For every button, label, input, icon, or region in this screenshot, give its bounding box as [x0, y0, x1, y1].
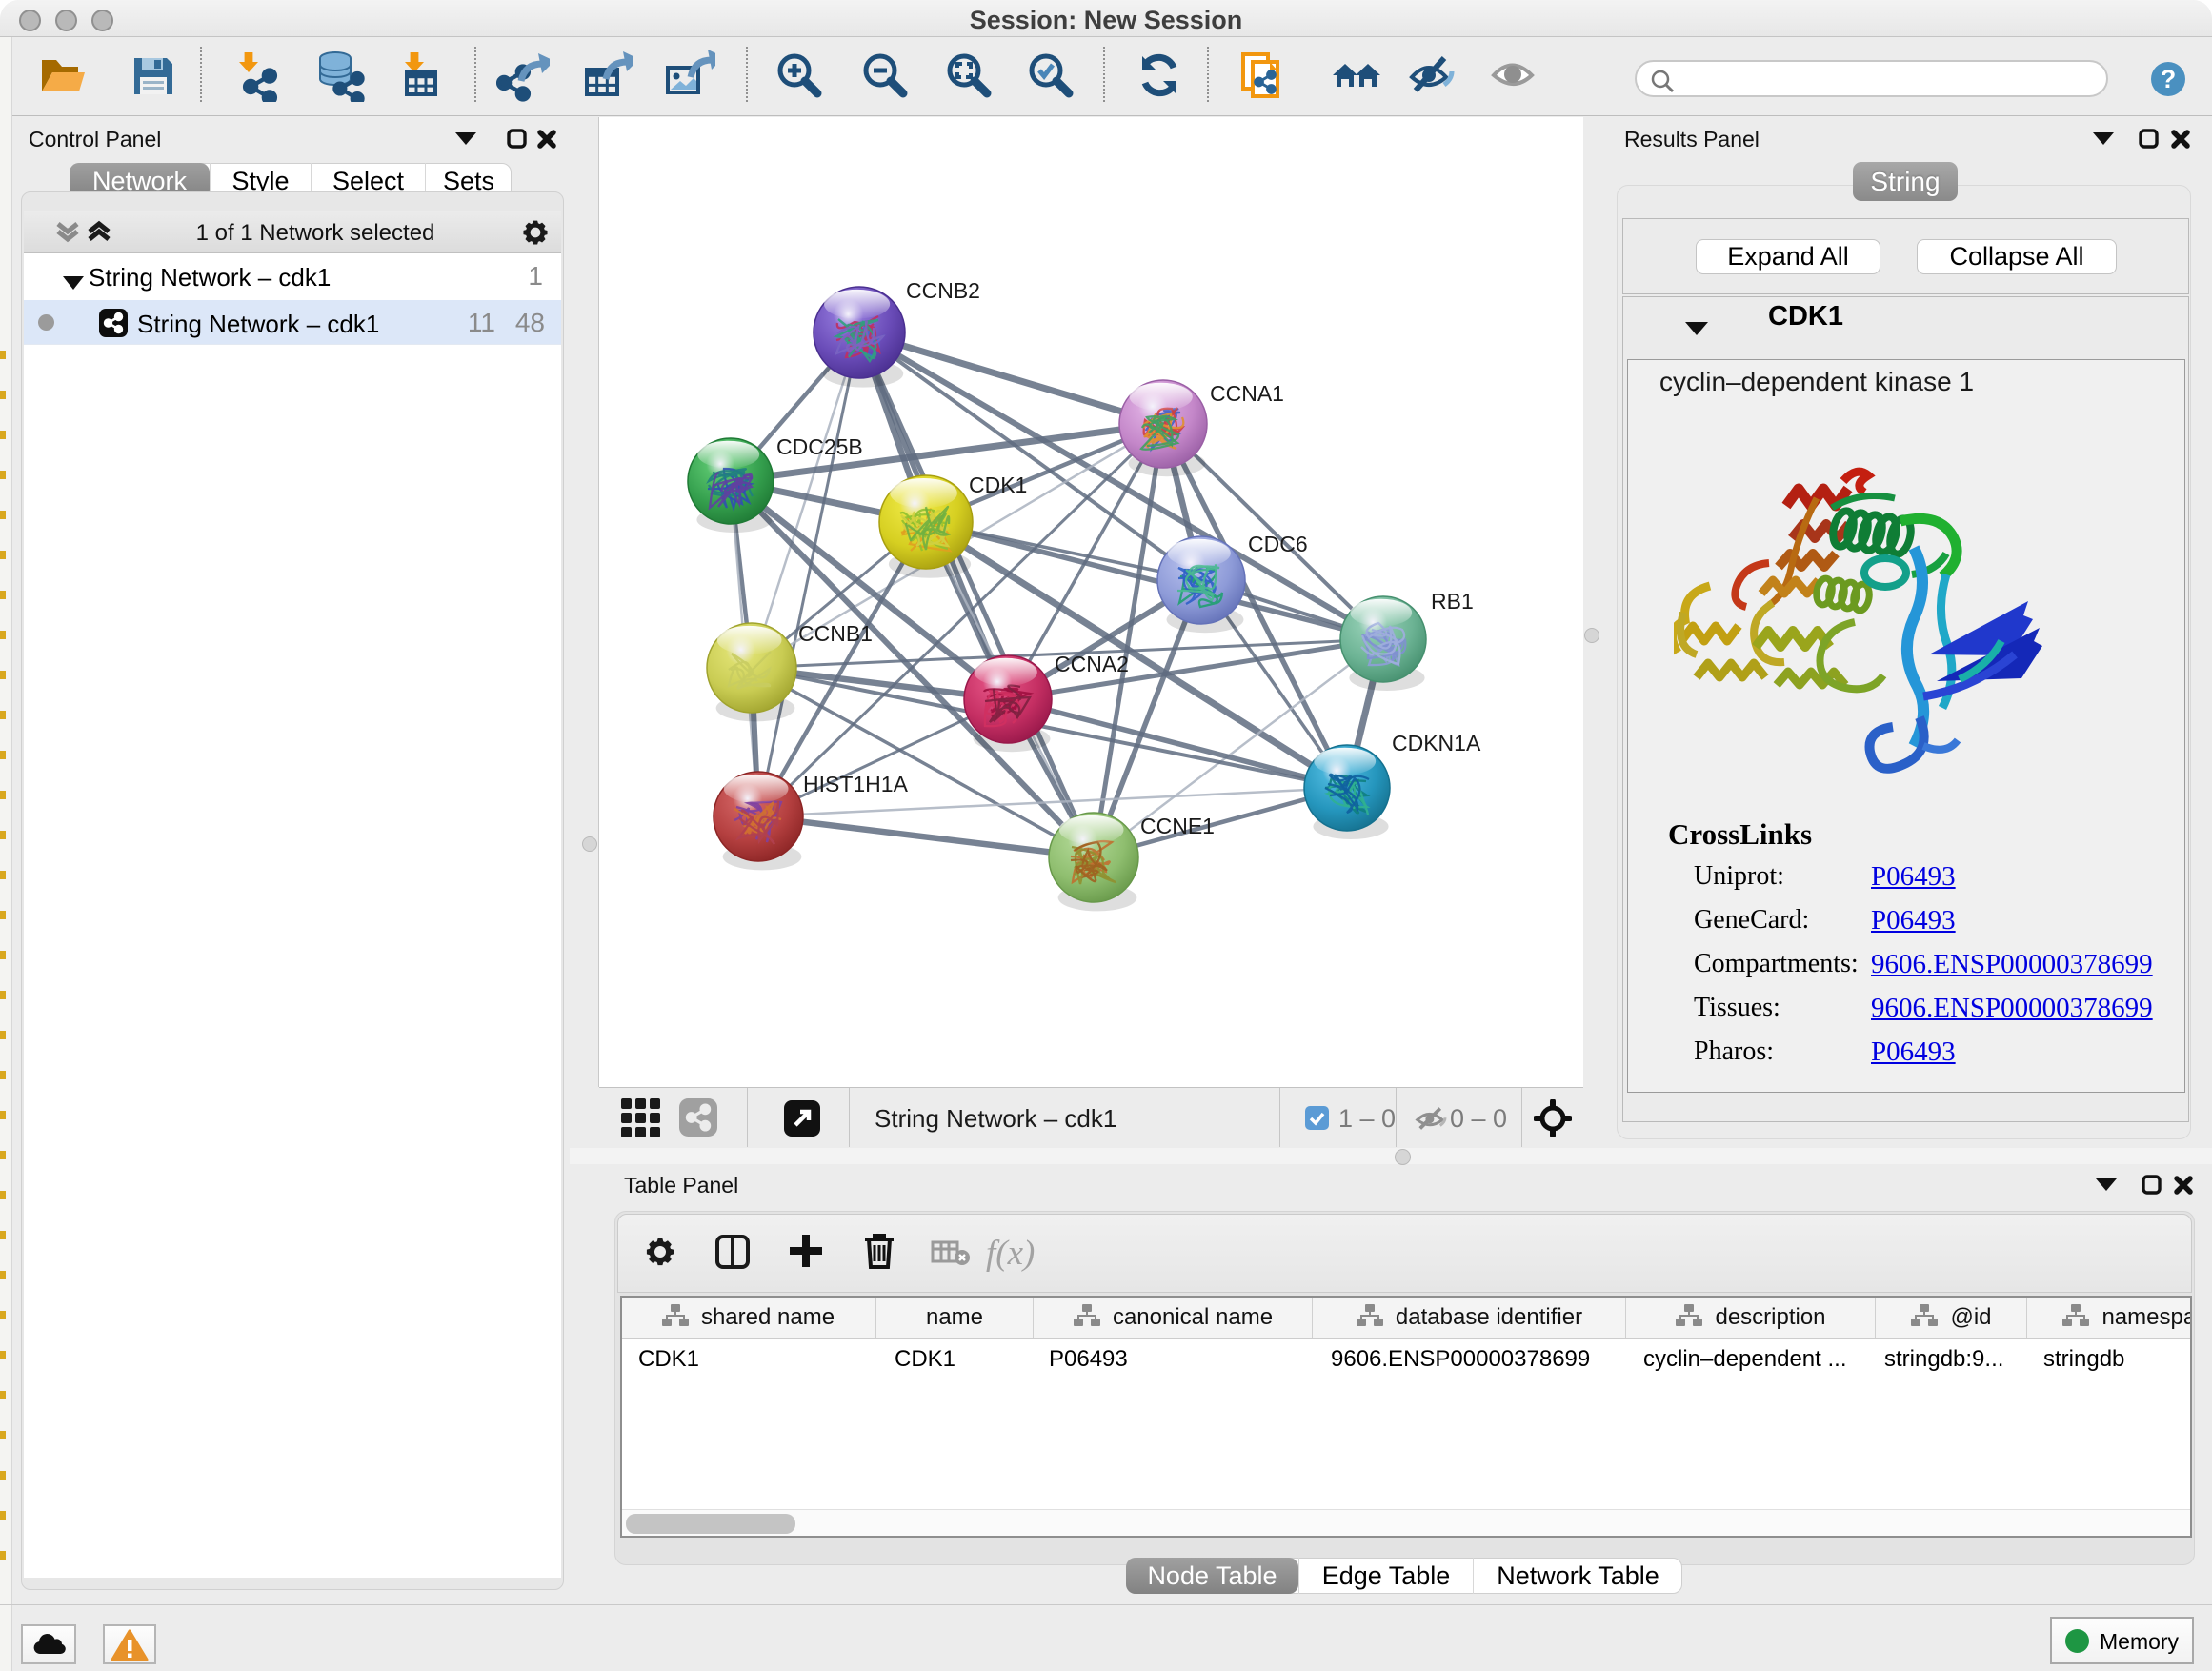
svg-text:CCNB2: CCNB2	[906, 278, 980, 303]
svg-text:CCNB1: CCNB1	[798, 621, 873, 646]
svg-text:CCNA2: CCNA2	[1055, 652, 1129, 676]
svg-text:RB1: RB1	[1431, 589, 1474, 614]
svg-text:CCNA1: CCNA1	[1210, 381, 1284, 406]
svg-text:CCNE1: CCNE1	[1140, 814, 1215, 838]
svg-text:?: ?	[2161, 65, 2177, 93]
svg-text:CDC25B: CDC25B	[776, 434, 863, 459]
svg-text:CDK1: CDK1	[969, 473, 1027, 497]
svg-text:CDKN1A: CDKN1A	[1392, 731, 1481, 755]
svg-text:HIST1H1A: HIST1H1A	[803, 772, 909, 796]
svg-text:CDC6: CDC6	[1248, 532, 1308, 556]
